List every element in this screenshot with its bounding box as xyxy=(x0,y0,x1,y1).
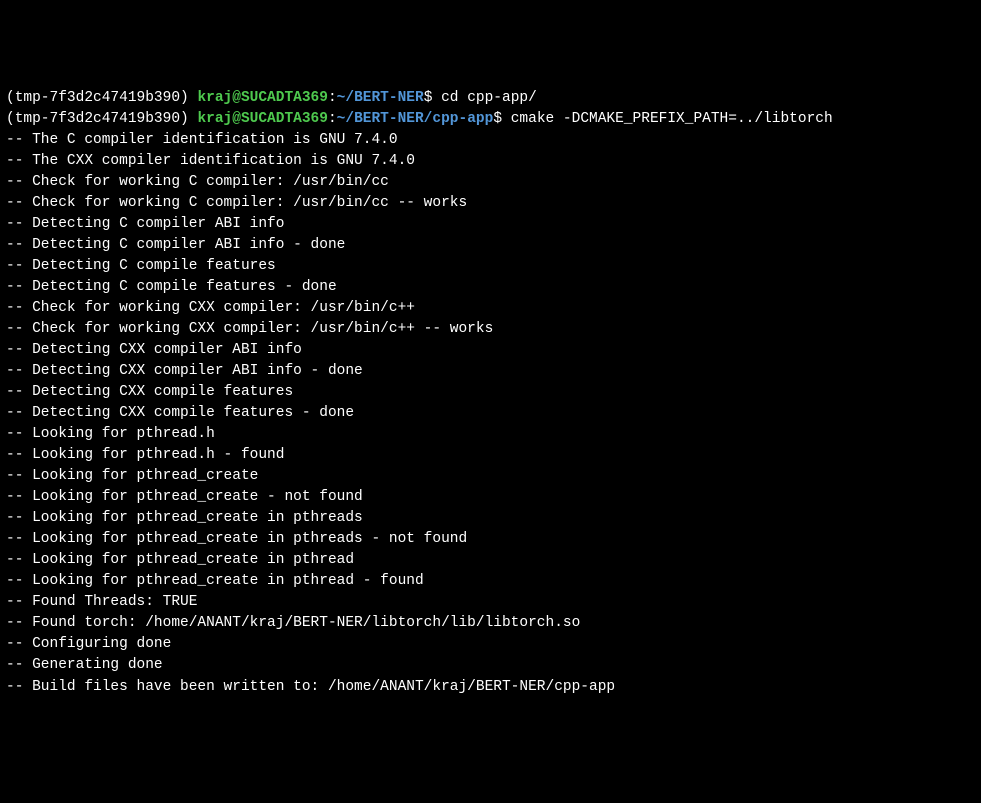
prompt-symbol: $ xyxy=(424,90,441,106)
output-line: -- Looking for pthread_create xyxy=(6,466,975,487)
prompt-symbol: $ xyxy=(493,111,510,127)
output-line: -- Detecting CXX compiler ABI info - don… xyxy=(6,361,975,382)
output-line: -- Detecting C compiler ABI info xyxy=(6,214,975,235)
user-host: kraj@SUCADTA369 xyxy=(197,90,328,106)
prompt-line-2[interactable]: (tmp-7f3d2c47419b390) kraj@SUCADTA369:~/… xyxy=(6,109,975,130)
output-line: -- Found torch: /home/ANANT/kraj/BERT-NE… xyxy=(6,613,975,634)
colon: : xyxy=(328,90,337,106)
output-line: -- Detecting C compile features - done xyxy=(6,277,975,298)
output-line: -- Looking for pthread_create - not foun… xyxy=(6,487,975,508)
output-line: -- Found Threads: TRUE xyxy=(6,592,975,613)
output-line: -- Generating done xyxy=(6,655,975,676)
cwd-path: ~/BERT-NER xyxy=(337,90,424,106)
user-host: kraj@SUCADTA369 xyxy=(197,111,328,127)
command-input: cmake -DCMAKE_PREFIX_PATH=../libtorch xyxy=(511,111,833,127)
output-line: -- Looking for pthread_create in pthread xyxy=(6,550,975,571)
output-line: -- Detecting CXX compile features xyxy=(6,382,975,403)
command-input: cd cpp-app/ xyxy=(441,90,537,106)
output-line: -- Check for working CXX compiler: /usr/… xyxy=(6,298,975,319)
colon: : xyxy=(328,111,337,127)
venv-prefix: (tmp-7f3d2c47419b390) xyxy=(6,111,197,127)
output-line: -- Looking for pthread.h - found xyxy=(6,445,975,466)
venv-prefix: (tmp-7f3d2c47419b390) xyxy=(6,90,197,106)
output-line: -- Detecting C compile features xyxy=(6,256,975,277)
output-line: -- Build files have been written to: /ho… xyxy=(6,677,975,698)
output-line: -- Looking for pthread_create in pthread… xyxy=(6,529,975,550)
output-line: -- Detecting CXX compile features - done xyxy=(6,403,975,424)
output-line: -- Check for working CXX compiler: /usr/… xyxy=(6,319,975,340)
cwd-path: ~/BERT-NER/cpp-app xyxy=(337,111,494,127)
output-line: -- The CXX compiler identification is GN… xyxy=(6,151,975,172)
output-line: -- Detecting C compiler ABI info - done xyxy=(6,235,975,256)
prompt-line-1[interactable]: (tmp-7f3d2c47419b390) kraj@SUCADTA369:~/… xyxy=(6,88,975,109)
output-line: -- Check for working C compiler: /usr/bi… xyxy=(6,172,975,193)
output-line: -- Looking for pthread_create in pthread… xyxy=(6,508,975,529)
output-line: -- Looking for pthread.h xyxy=(6,424,975,445)
output-line: -- The C compiler identification is GNU … xyxy=(6,130,975,151)
output-line: -- Detecting CXX compiler ABI info xyxy=(6,340,975,361)
output-line: -- Looking for pthread_create in pthread… xyxy=(6,571,975,592)
output-line: -- Check for working C compiler: /usr/bi… xyxy=(6,193,975,214)
